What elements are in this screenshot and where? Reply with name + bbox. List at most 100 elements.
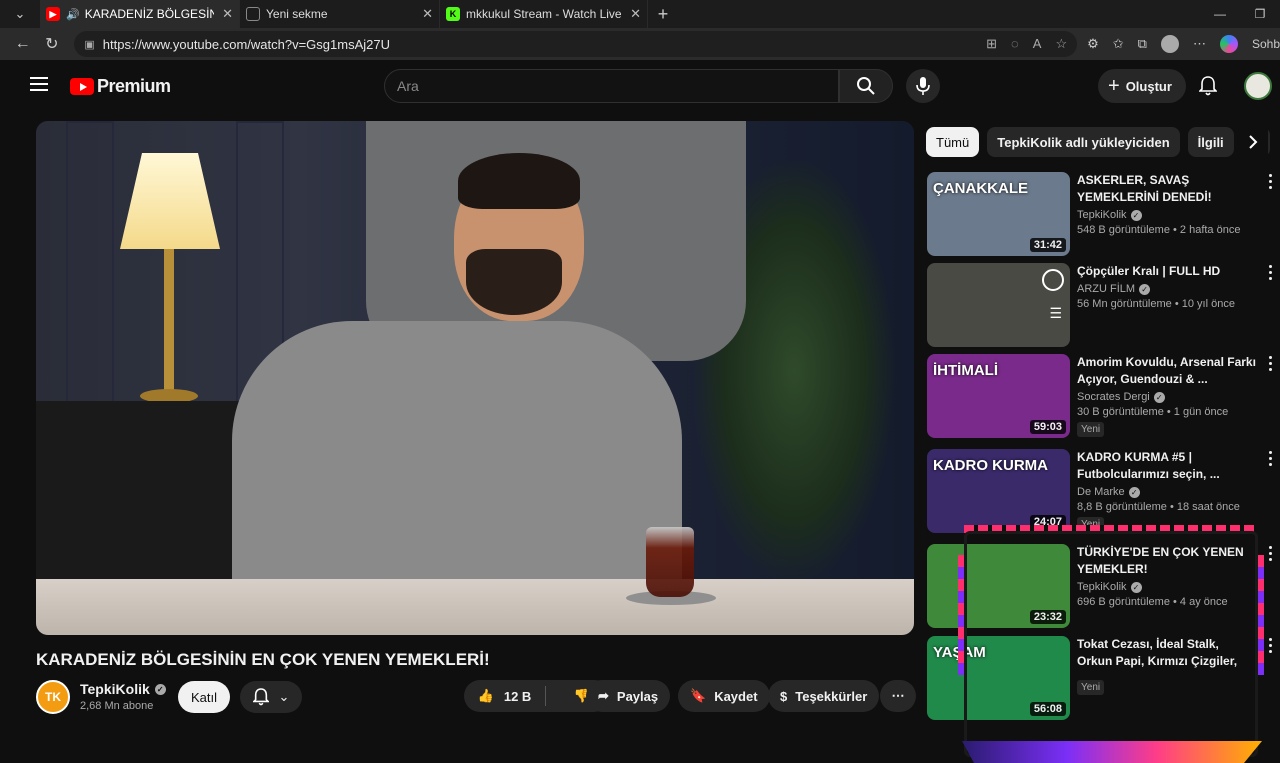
browser-tab-bar: ⌄ ▶ 🔊 KARADENİZ BÖLGESİNİN EN Ç ✕ Yeni s…	[0, 0, 1280, 28]
video-thumbnail[interactable]: ☰	[927, 263, 1070, 347]
chip-all[interactable]: Tümü	[926, 127, 980, 157]
recommendation-title[interactable]: KADRO KURMA #5 | Futbolcularımızı seçin,…	[1077, 449, 1257, 483]
video-thumbnail[interactable]: YAŞAM 56:08	[927, 636, 1070, 720]
like-button[interactable]: 👍 12 B	[464, 686, 546, 706]
create-button[interactable]: + Oluştur	[1098, 69, 1186, 103]
favorite-star-icon[interactable]: ☆	[1055, 36, 1067, 52]
table	[36, 579, 914, 635]
more-options-icon[interactable]: ⋯	[1193, 36, 1206, 52]
share-button[interactable]: ➦ Paylaş	[586, 680, 671, 712]
address-bar[interactable]: ▣ https://www.youtube.com/watch?v=Gsg1ms…	[74, 31, 1078, 57]
menu-hamburger-icon[interactable]	[30, 77, 48, 91]
recommendation-title[interactable]: Çöpçüler Kralı | FULL HD	[1077, 263, 1257, 280]
recommendation-channel: De Marke	[1077, 486, 1125, 498]
tab-title: Yeni sekme	[266, 7, 328, 21]
video-thumbnail[interactable]: ÇANAKKALE 31:42	[927, 172, 1070, 256]
browser-tab-new[interactable]: Yeni sekme ✕	[240, 0, 440, 28]
back-arrow-icon[interactable]: ←	[8, 35, 37, 53]
video-thumbnail[interactable]: 23:32	[927, 544, 1070, 628]
account-avatar[interactable]	[1244, 72, 1272, 100]
save-button[interactable]: 🔖 Kaydet	[678, 680, 770, 712]
profile-avatar[interactable]	[1160, 35, 1179, 53]
apps-icon[interactable]: ⊞	[986, 36, 997, 52]
recommendation-channel-row: Socrates Dergi ✓	[1077, 391, 1257, 403]
thumbs-up-icon: 👍	[477, 688, 494, 703]
more-vertical-icon[interactable]	[1269, 638, 1273, 653]
channel-name[interactable]: TepkiKolik	[80, 681, 150, 697]
recommendation-title[interactable]: ASKERLER, SAVAŞ YEMEKLERİNİ DENEDİ!	[1077, 172, 1257, 206]
recommendation-channel-row: De Marke ✓	[1077, 486, 1257, 498]
recommendation-channel-row: TepkiKolik ✓	[1077, 581, 1257, 593]
browser-tab-kick[interactable]: K mkkukul Stream - Watch Live on K ✕	[440, 0, 648, 28]
chip-from-uploader[interactable]: TepkiKolik adlı yükleyiciden	[987, 127, 1180, 157]
recommendation-item[interactable]: KADRO KURMA 24:07 KADRO KURMA #5 | Futbolc…	[927, 449, 1279, 537]
close-tab-icon[interactable]: ✕	[222, 6, 233, 22]
recommendation-channel: Socrates Dergi	[1077, 391, 1150, 403]
recommendation-channel-row: TepkiKolik ✓	[1077, 209, 1257, 221]
chip-related[interactable]: İlgili	[1187, 127, 1234, 157]
channel-avatar-initials: TK	[45, 690, 61, 704]
search-button[interactable]	[839, 69, 893, 103]
person-foreground	[232, 321, 682, 581]
more-actions-button[interactable]: ⋯	[880, 680, 916, 712]
more-vertical-icon[interactable]	[1269, 451, 1273, 466]
thanks-button[interactable]: $ Teşekkürler	[768, 680, 880, 712]
person-beard	[466, 249, 562, 315]
recommendation-title[interactable]: Amorim Kovuldu, Arsenal Farkı Açıyor, Gu…	[1077, 354, 1257, 388]
join-button[interactable]: Katıl	[178, 681, 230, 713]
read-aloud-icon[interactable]: A	[1033, 36, 1042, 52]
new-tab-button[interactable]: +	[648, 4, 678, 25]
chips-next-chevron-icon[interactable]	[1238, 127, 1268, 157]
tab-list-chevron-icon[interactable]: ⌄	[0, 0, 40, 28]
tea-glass	[646, 527, 694, 597]
recommendation-meta: 56 Mn görüntüleme • 10 yıl önce	[1077, 298, 1235, 310]
youtube-page: Premium Ara + Oluştur KARADENİZ BÖLGESİN…	[8, 60, 1280, 763]
watch-later-clock-icon[interactable]	[1042, 269, 1064, 291]
recommendation-item[interactable]: İHTİMALİ 59:03 Amorim Kovuldu, Arsenal Far…	[927, 354, 1279, 442]
favorites-icon[interactable]: ✩	[1113, 36, 1124, 52]
more-vertical-icon[interactable]	[1269, 174, 1273, 189]
super-thanks-icon: $	[780, 688, 788, 704]
video-thumbnail[interactable]: KADRO KURMA 24:07	[927, 449, 1070, 533]
plus-icon: +	[1108, 74, 1120, 97]
recommendation-item[interactable]: YAŞAM 56:08 Tokat Cezası, İdeal Stalk, Ork…	[927, 636, 1279, 724]
new-badge: Yeni	[1077, 422, 1105, 437]
recommendation-title[interactable]: TÜRKİYE'DE EN ÇOK YENEN YEMEKLER!	[1077, 544, 1257, 578]
video-thumbnail[interactable]: İHTİMALİ 59:03	[927, 354, 1070, 438]
browser-tab-youtube[interactable]: ▶ 🔊 KARADENİZ BÖLGESİNİN EN Ç ✕	[40, 0, 240, 28]
add-to-queue-icon[interactable]: ☰	[1049, 305, 1062, 322]
youtube-logo[interactable]: Premium	[70, 76, 171, 97]
minimize-icon[interactable]: —	[1200, 0, 1240, 28]
recommendation-title[interactable]: Tokat Cezası, İdeal Stalk, Orkun Papi, K…	[1077, 636, 1257, 670]
extensions-icon[interactable]: ⚙	[1087, 36, 1099, 52]
new-badge: Yeni	[1077, 517, 1105, 532]
search-input[interactable]: Ara	[384, 69, 839, 103]
tab-title: mkkukul Stream - Watch Live on K	[466, 7, 622, 21]
site-info-icon[interactable]: ▣	[84, 38, 94, 51]
channel-name-row[interactable]: TepkiKolik ✓	[80, 681, 166, 697]
copilot-label[interactable]: Sohb	[1252, 37, 1280, 51]
chevron-down-icon: ⌄	[278, 689, 290, 704]
more-vertical-icon[interactable]	[1269, 356, 1273, 371]
channel-avatar[interactable]: TK	[36, 680, 70, 714]
thumbnail-text: İHTİMALİ	[933, 362, 998, 379]
tracking-prevention-icon[interactable]: ◌	[1011, 36, 1019, 52]
close-tab-icon[interactable]: ✕	[630, 6, 641, 22]
collections-icon[interactable]: ⧉	[1138, 36, 1147, 52]
recommendation-item[interactable]: ÇANAKKALE 31:42 ASKERLER, SAVAŞ YEMEKLERİN…	[927, 172, 1279, 260]
voice-search-button[interactable]	[906, 69, 940, 103]
more-vertical-icon[interactable]	[1269, 546, 1273, 561]
recommendation-item[interactable]: ☰ Çöpçüler Kralı | FULL HD ARZU FİLM ✓ 56 Mn…	[927, 263, 1279, 351]
recommendation-item[interactable]: 23:32 TÜRKİYE'DE EN ÇOK YENEN YEMEKLER! Te…	[927, 544, 1279, 632]
more-vertical-icon[interactable]	[1269, 265, 1273, 280]
maximize-icon[interactable]: ❐	[1240, 0, 1280, 28]
video-player[interactable]	[36, 121, 914, 635]
copilot-icon[interactable]	[1219, 35, 1238, 53]
brand-label: Premium	[97, 76, 171, 96]
reload-icon[interactable]: ↻	[37, 34, 66, 54]
subscription-bell-button[interactable]: ⌄	[240, 681, 302, 713]
close-tab-icon[interactable]: ✕	[422, 6, 433, 22]
notifications-bell-icon[interactable]	[1196, 74, 1220, 98]
microphone-icon	[916, 77, 930, 95]
audio-playing-icon[interactable]: 🔊	[66, 8, 80, 21]
